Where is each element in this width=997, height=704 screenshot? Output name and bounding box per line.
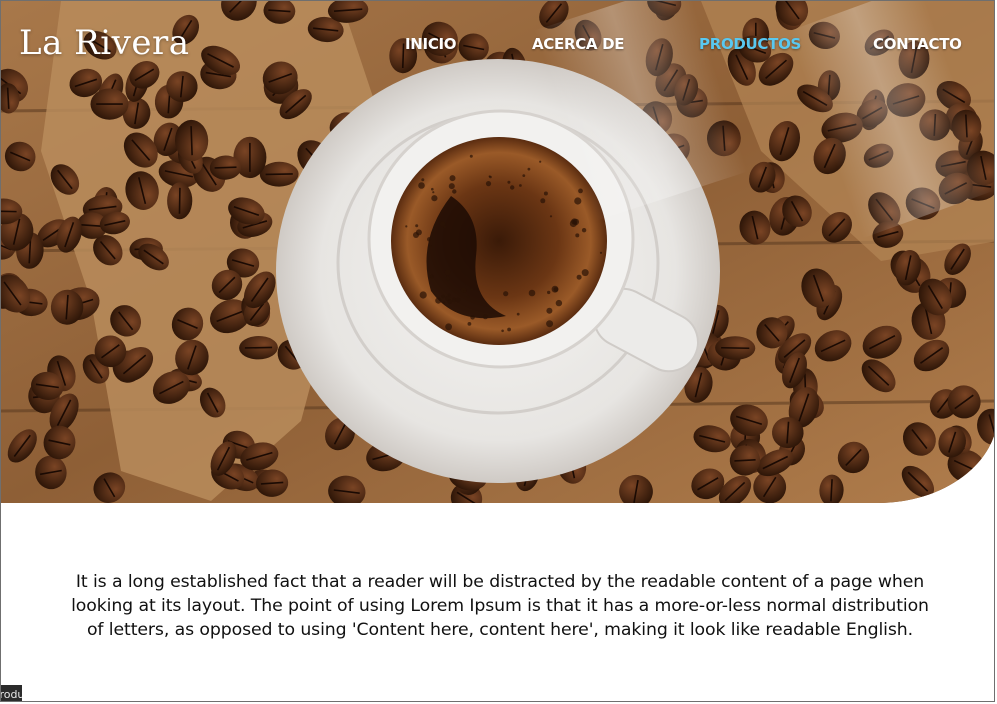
coffee-bean-crease: [6, 87, 10, 109]
crema-bubble: [444, 269, 451, 276]
crema-bubble: [470, 315, 475, 320]
crema-bubble: [463, 290, 467, 293]
crema-bubble: [415, 224, 419, 228]
crema-bubble: [431, 187, 434, 191]
crema-bubble: [539, 160, 542, 163]
crema-bubble: [546, 307, 553, 314]
crema-bubble: [429, 274, 434, 279]
crema-bubble: [549, 215, 553, 218]
crema-bubble: [507, 327, 511, 332]
crema-bubble: [519, 184, 522, 187]
crema-bubble: [448, 183, 455, 190]
crema-bubble: [449, 175, 456, 182]
crema-bubble: [431, 195, 438, 202]
crema-bubble: [522, 174, 526, 178]
crema-bubble: [445, 295, 451, 301]
crema-bubble: [575, 233, 580, 238]
crema-bubble: [540, 198, 546, 204]
crema-bubble: [581, 269, 589, 277]
crema-bubble: [546, 320, 554, 328]
crema-bubble: [447, 293, 451, 297]
crema-bubble: [482, 314, 488, 320]
crema-bubble: [578, 188, 583, 194]
crema-bubble: [576, 274, 582, 280]
crema-bubble: [527, 167, 531, 171]
crema-bubble: [415, 229, 422, 236]
crema-bubble: [432, 191, 435, 194]
crema-bubble: [485, 181, 492, 187]
crema-bubble: [555, 299, 563, 307]
crema-bubble: [443, 225, 447, 229]
crema-bubble: [429, 244, 432, 248]
nav-item-productos[interactable]: PRODUCTOS: [699, 35, 801, 53]
crema-bubble: [419, 291, 427, 299]
crema-bubble: [510, 185, 515, 190]
crema-bubble: [501, 329, 504, 333]
crema-bubble: [572, 218, 580, 226]
crema-bubble: [421, 178, 425, 182]
coffee-bean-crease: [214, 166, 237, 169]
crema-bubble: [599, 251, 603, 254]
crema-bubble: [455, 297, 461, 303]
crema-bubble: [528, 289, 536, 297]
coffee-hero-image: [1, 1, 994, 503]
nav-item-acerca-de[interactable]: ACERCA DE: [532, 35, 625, 53]
crema-bubble: [469, 154, 473, 158]
crema-bubble: [435, 297, 442, 304]
crema-bubble: [488, 175, 491, 178]
crema-bubble: [445, 276, 450, 281]
nav-item-inicio[interactable]: INICIO: [405, 35, 457, 53]
crema-bubble: [503, 291, 509, 297]
crema-bubble: [467, 322, 472, 326]
crema-bubble: [466, 295, 470, 299]
crema-bubble: [427, 237, 432, 242]
crema-bubble: [441, 294, 445, 299]
crema-bubble: [470, 288, 474, 291]
crema-bubble: [574, 197, 582, 205]
crema-bubble: [418, 182, 425, 189]
crema-bubble: [405, 225, 408, 228]
crema-bubble: [581, 228, 587, 233]
crema-bubble: [507, 180, 511, 184]
coffee-bean-crease: [734, 459, 756, 462]
browser-viewport: La Rivera INICIO ACERCA DE PRODUCTOS CON…: [0, 0, 995, 702]
crema-bubble: [452, 189, 457, 194]
intro-paragraph: It is a long established fact that a rea…: [71, 572, 929, 641]
nav-item-contacto[interactable]: CONTACTO: [873, 35, 962, 53]
coffee-bean-crease: [190, 126, 193, 156]
crema-bubble: [553, 287, 559, 292]
crema-bubble: [445, 323, 452, 331]
crema-bubble: [547, 290, 551, 295]
crema-bubble: [543, 191, 548, 196]
main-nav: INICIO ACERCA DE PRODUCTOS CONTACTO: [1, 35, 994, 55]
crema-bubble: [516, 312, 520, 316]
link-status-tooltip: Productos: [1, 685, 22, 701]
crema-bubble: [442, 301, 446, 304]
hero-banner: La Rivera INICIO ACERCA DE PRODUCTOS CON…: [1, 1, 994, 503]
